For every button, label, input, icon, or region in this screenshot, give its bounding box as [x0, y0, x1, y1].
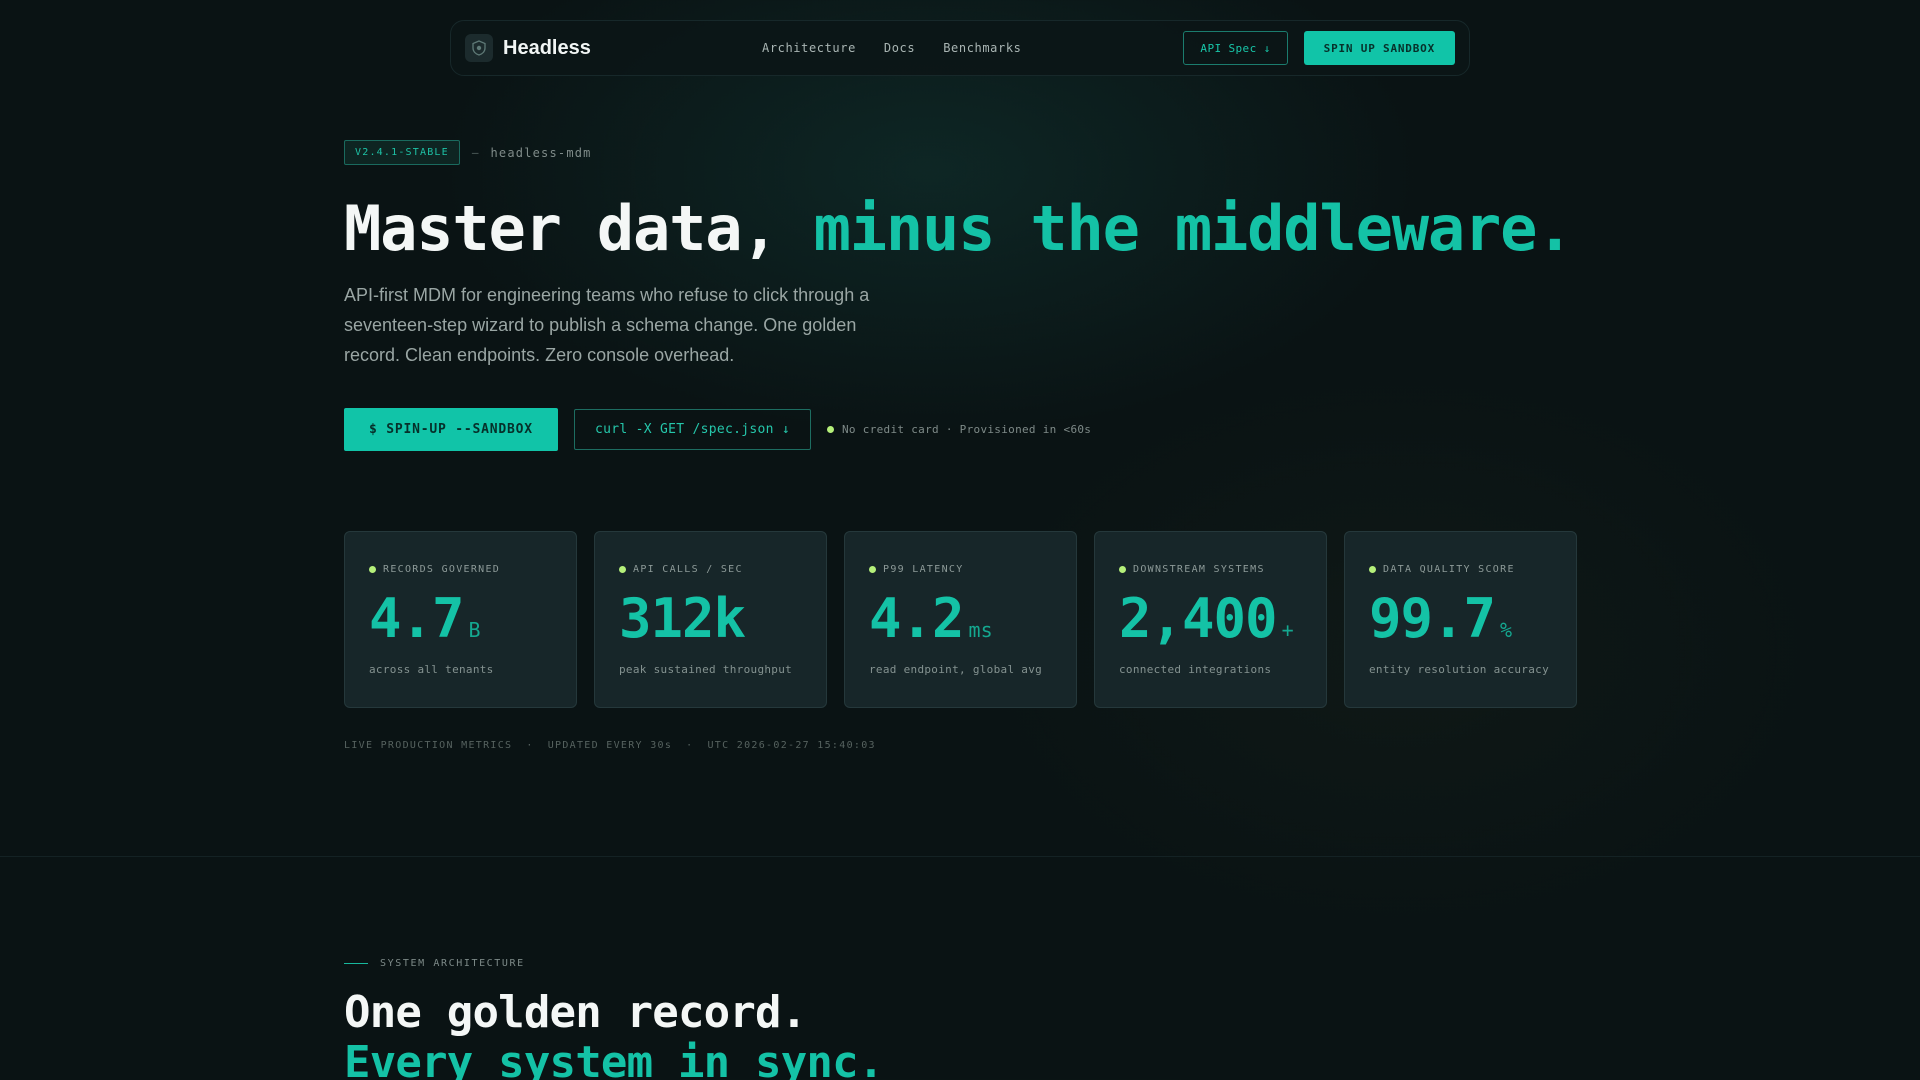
stat-description: read endpoint, global avg — [869, 663, 1043, 676]
stat-card-latency: P99 LATENCY 4.2 ms read endpoint, global … — [844, 531, 1077, 708]
stat-value-row: 2,400 + — [1119, 589, 1302, 649]
stat-label: RECORDS GOVERNED — [383, 564, 501, 575]
metrics-separator: · — [686, 740, 694, 751]
primary-sandbox-button[interactable]: $ SPIN-UP --SANDBOX — [344, 408, 558, 451]
stat-value-row: 99.7% — [1369, 589, 1552, 649]
nav-actions: API Spec ↓ SPIN UP SANDBOX — [1183, 21, 1455, 75]
stat-label-row: DATA QUALITY SCORE — [1369, 564, 1552, 575]
hero-title-accent: minus the middleware. — [813, 192, 1574, 265]
eyebrow-text: SYSTEM ARCHITECTURE — [380, 958, 525, 969]
hero-subtitle: API-first MDM for engineering teams who … — [344, 285, 870, 365]
stat-label: DOWNSTREAM SYSTEMS — [1133, 564, 1265, 575]
repo-name: headless-mdm — [490, 145, 592, 160]
stat-description: entity resolution accuracy — [1369, 663, 1549, 676]
stat-label-row: API CALLS / SEC — [619, 564, 802, 575]
brand[interactable]: Headless — [465, 34, 591, 62]
shield-logo-icon — [465, 34, 493, 62]
architecture-title-accent: Every system in sync. — [344, 1037, 884, 1080]
metrics-timestamp: UTC 2026-02-27 15:40:03 — [707, 740, 876, 751]
section-divider — [0, 856, 1920, 857]
stat-unit: ms — [968, 618, 993, 642]
stat-value-row: 4.2 ms — [869, 589, 1052, 649]
stat-card-quality: DATA QUALITY SCORE 99.7% entity resoluti… — [1344, 531, 1577, 708]
provisioning-note: No credit card · Provisioned in <60s — [827, 423, 1091, 436]
curl-spec-button[interactable]: curl -X GET /spec.json ↓ — [574, 409, 811, 450]
stat-label: P99 LATENCY — [883, 564, 964, 575]
metrics-footnote: LIVE PRODUCTION METRICS · UPDATED EVERY … — [344, 740, 876, 751]
nav-link-docs[interactable]: Docs — [884, 41, 915, 55]
stat-value: 4.2 — [869, 587, 965, 650]
brand-name: Headless — [503, 36, 591, 59]
metrics-updated: UPDATED EVERY 30s — [547, 740, 673, 751]
stat-label-row: P99 LATENCY — [869, 564, 1052, 575]
stat-unit: + — [1281, 618, 1294, 642]
stat-description: across all tenants — [369, 663, 494, 676]
status-dot-icon — [369, 566, 376, 573]
status-dot-icon — [1369, 566, 1376, 573]
stat-card-downstream: DOWNSTREAM SYSTEMS 2,400 + connected inte… — [1094, 531, 1327, 708]
stat-value: 312k — [619, 587, 746, 650]
stat-value: 4.7 — [369, 587, 465, 650]
architecture-title-main: One golden record. — [344, 987, 807, 1038]
api-spec-button[interactable]: API Spec ↓ — [1183, 31, 1288, 65]
spin-up-sandbox-button[interactable]: SPIN UP SANDBOX — [1303, 31, 1455, 65]
eyebrow-line — [344, 963, 368, 964]
version-row: V2.4.1-STABLE — headless-mdm — [344, 140, 592, 165]
stat-label-row: DOWNSTREAM SYSTEMS — [1119, 564, 1302, 575]
hero-title: Master data, minus the middleware. — [344, 192, 1574, 265]
stat-unit: % — [1500, 618, 1513, 642]
stat-description: peak sustained throughput — [619, 663, 793, 676]
stat-card-records: RECORDS GOVERNED 4.7 B across all tenants — [344, 531, 577, 708]
cta-row: $ SPIN-UP --SANDBOX curl -X GET /spec.js… — [344, 408, 1091, 451]
stat-label: DATA QUALITY SCORE — [1383, 564, 1515, 575]
nav-links: Architecture Docs Benchmarks — [762, 21, 1021, 75]
stat-value-row: 312k — [619, 589, 802, 649]
nav-link-benchmarks[interactable]: Benchmarks — [943, 41, 1021, 55]
architecture-title: One golden record. Every system in sync. — [344, 988, 884, 1080]
status-dot-icon — [827, 426, 834, 433]
stat-value: 99.7 — [1369, 587, 1496, 650]
stat-unit: B — [468, 618, 481, 642]
version-badge: V2.4.1-STABLE — [344, 140, 460, 165]
stat-value-row: 4.7 B — [369, 589, 552, 649]
provisioning-note-text: No credit card · Provisioned in <60s — [842, 423, 1092, 436]
hero-title-main: Master data, — [344, 192, 814, 265]
stat-card-api-calls: API CALLS / SEC 312k peak sustained thro… — [594, 531, 827, 708]
version-separator: — — [471, 146, 479, 159]
stat-label: API CALLS / SEC — [633, 564, 743, 575]
metrics-separator: · — [526, 740, 534, 751]
status-dot-icon — [619, 566, 626, 573]
status-dot-icon — [1119, 566, 1126, 573]
status-dot-icon — [869, 566, 876, 573]
stat-description: connected integrations — [1119, 663, 1272, 676]
stats-row: RECORDS GOVERNED 4.7 B across all tenants… — [344, 531, 1577, 708]
architecture-eyebrow: SYSTEM ARCHITECTURE — [344, 958, 525, 969]
stat-value: 2,400 — [1119, 587, 1278, 650]
metrics-live: LIVE PRODUCTION METRICS — [344, 740, 513, 751]
top-nav: Headless Architecture Docs Benchmarks AP… — [450, 20, 1470, 76]
stat-label-row: RECORDS GOVERNED — [369, 564, 552, 575]
nav-link-architecture[interactable]: Architecture — [762, 41, 856, 55]
